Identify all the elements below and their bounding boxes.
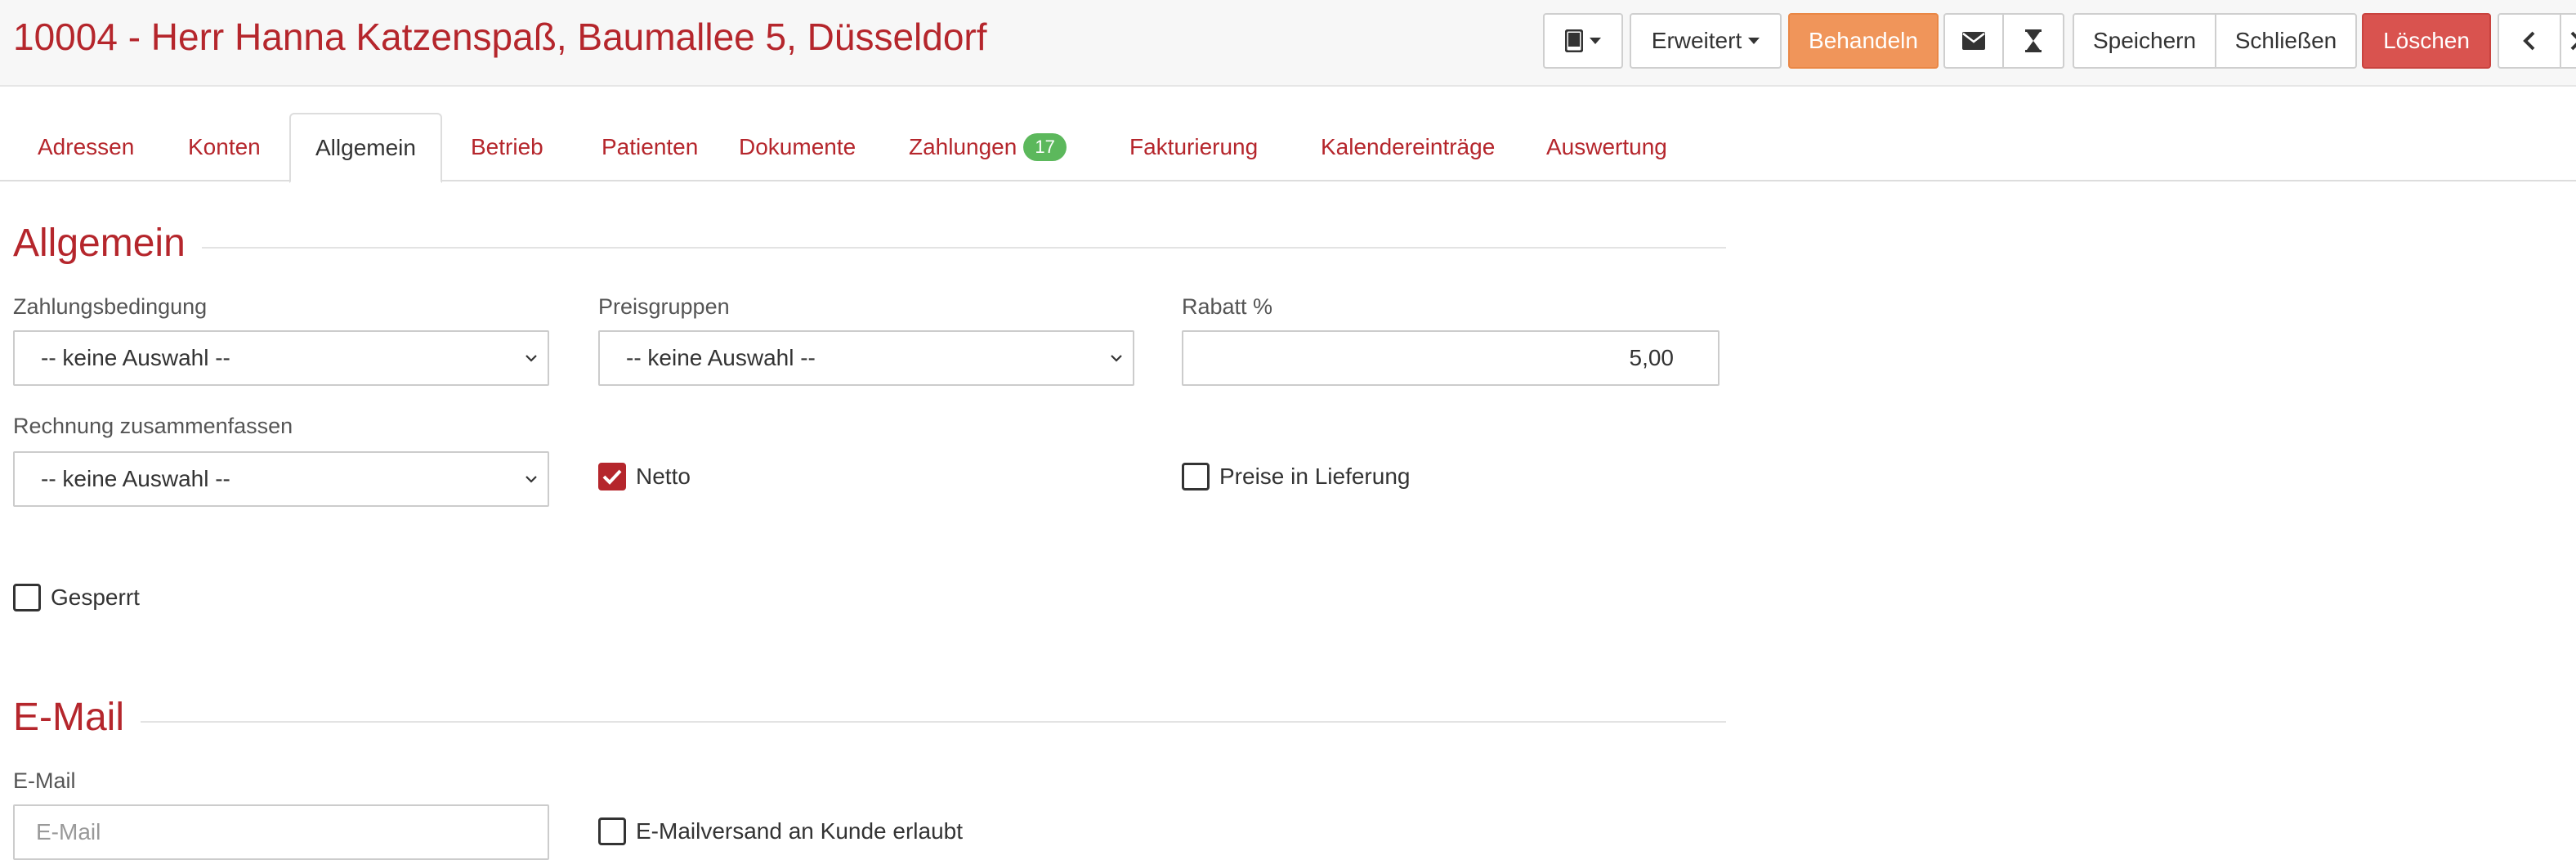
timer-button[interactable] bbox=[2002, 13, 2064, 69]
gesperrt-label: Gesperrt bbox=[51, 585, 140, 610]
chevron-down-icon bbox=[525, 355, 537, 362]
header-bar: 10004 - Herr Hanna Katzenspaß, Baumallee… bbox=[0, 0, 2576, 87]
chevron-down-icon bbox=[1111, 355, 1122, 362]
erweitert-label: Erweitert bbox=[1651, 28, 1742, 53]
caret-down-icon bbox=[1590, 38, 1601, 44]
rechnung-zusammenfassen-label: Rechnung zusammenfassen bbox=[13, 414, 293, 438]
tab-kalendereintraege[interactable]: Kalendereinträge bbox=[1296, 113, 1519, 181]
netto-checkbox[interactable]: Netto bbox=[598, 463, 691, 490]
section-title-email: E-Mail bbox=[13, 695, 141, 740]
email-button[interactable] bbox=[1943, 13, 2004, 69]
checkbox-icon bbox=[13, 584, 41, 611]
rabatt-value: 5,00 bbox=[1629, 345, 1675, 370]
tab-allgemein[interactable]: Allgemein bbox=[289, 113, 442, 183]
zahlungsbedingung-label: Zahlungsbedingung bbox=[13, 294, 208, 319]
checkbox-icon bbox=[598, 817, 626, 845]
section-title-allgemein: Allgemein bbox=[13, 221, 202, 266]
erweitert-dropdown-button[interactable]: Erweitert bbox=[1630, 13, 1782, 69]
behandeln-button[interactable]: Behandeln bbox=[1788, 13, 1939, 69]
tab-auswertung[interactable]: Auswertung bbox=[1522, 113, 1692, 181]
loeschen-button[interactable]: Löschen bbox=[2362, 13, 2491, 69]
caret-down-icon bbox=[1748, 38, 1760, 44]
page-title: 10004 - Herr Hanna Katzenspaß, Baumallee… bbox=[13, 16, 987, 58]
chevron-down-icon bbox=[525, 476, 537, 483]
zahlungen-count-badge: 17 bbox=[1023, 133, 1067, 161]
speichern-button[interactable]: Speichern bbox=[2073, 13, 2216, 69]
hourglass-icon bbox=[2025, 29, 2042, 52]
tab-dokumente[interactable]: Dokumente bbox=[714, 113, 880, 181]
checkbox-checked-icon bbox=[598, 463, 626, 490]
tab-fakturierung[interactable]: Fakturierung bbox=[1105, 113, 1282, 181]
preisgruppen-label: Preisgruppen bbox=[598, 294, 730, 319]
preisgruppen-value: -- keine Auswahl -- bbox=[626, 345, 816, 370]
device-dropdown-button[interactable] bbox=[1543, 13, 1623, 69]
section-divider bbox=[136, 721, 1726, 723]
tab-betrieb[interactable]: Betrieb bbox=[446, 113, 568, 181]
tablet-icon bbox=[1565, 29, 1583, 52]
preisgruppen-select[interactable]: -- keine Auswahl -- bbox=[598, 330, 1134, 386]
previous-button[interactable] bbox=[2498, 13, 2561, 69]
email-input[interactable]: E-Mail bbox=[13, 804, 549, 860]
rabatt-label: Rabatt % bbox=[1182, 294, 1273, 319]
rechnung-zusammenfassen-select[interactable]: -- keine Auswahl -- bbox=[13, 451, 549, 507]
checkbox-icon bbox=[1182, 463, 1210, 490]
schliessen-button[interactable]: Schließen bbox=[2215, 13, 2357, 69]
chevron-left-icon bbox=[2523, 31, 2535, 51]
emailversand-label: E-Mailversand an Kunde erlaubt bbox=[636, 818, 964, 844]
envelope-icon bbox=[1962, 32, 1985, 50]
email-label: E-Mail bbox=[13, 768, 76, 793]
section-divider bbox=[196, 247, 1726, 249]
tab-patienten[interactable]: Patienten bbox=[577, 113, 722, 181]
tab-zahlungen-label: Zahlungen bbox=[909, 134, 1017, 159]
tab-adressen[interactable]: Adressen bbox=[13, 113, 159, 181]
rechnung-zusammenfassen-value: -- keine Auswahl -- bbox=[41, 466, 230, 491]
chevron-right-icon bbox=[2570, 31, 2576, 51]
tab-zahlungen[interactable]: Zahlungen 17 bbox=[884, 113, 1091, 181]
zahlungsbedingung-value: -- keine Auswahl -- bbox=[41, 345, 230, 370]
tab-konten[interactable]: Konten bbox=[163, 113, 285, 181]
emailversand-checkbox[interactable]: E-Mailversand an Kunde erlaubt bbox=[598, 817, 963, 845]
next-button[interactable] bbox=[2560, 13, 2576, 69]
email-placeholder: E-Mail bbox=[36, 819, 101, 844]
netto-label: Netto bbox=[636, 464, 691, 489]
rabatt-input[interactable]: 5,00 bbox=[1182, 330, 1720, 386]
preise-in-lieferung-label: Preise in Lieferung bbox=[1219, 464, 1411, 489]
gesperrt-checkbox[interactable]: Gesperrt bbox=[13, 584, 140, 611]
zahlungsbedingung-select[interactable]: -- keine Auswahl -- bbox=[13, 330, 549, 386]
preise-in-lieferung-checkbox[interactable]: Preise in Lieferung bbox=[1182, 463, 1410, 490]
